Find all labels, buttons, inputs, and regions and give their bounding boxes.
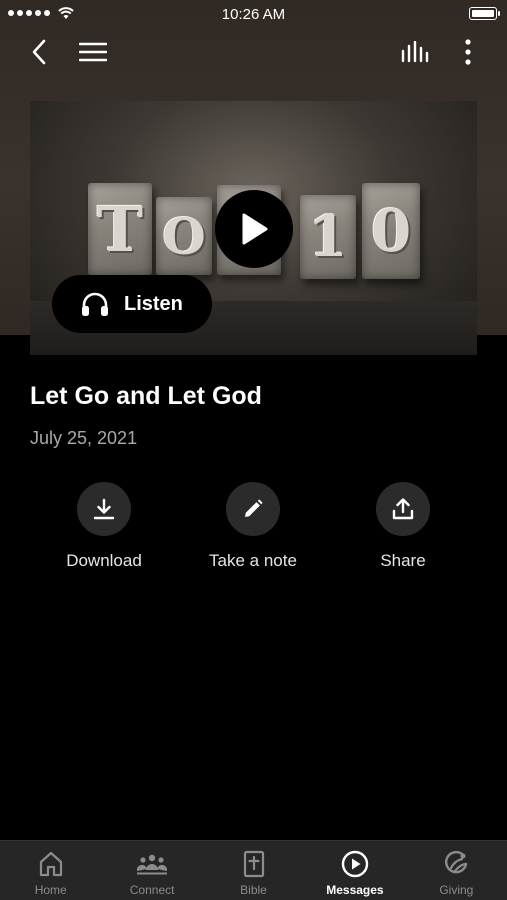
equalizer-icon (401, 41, 429, 63)
home-icon (39, 851, 62, 877)
bible-icon (243, 850, 264, 878)
tab-giving[interactable]: Giving (406, 841, 507, 900)
take-note-button[interactable]: Take a note (178, 482, 328, 571)
menu-button[interactable] (76, 34, 110, 70)
tab-bible-label: Bible (240, 883, 267, 897)
tab-home-label: Home (34, 883, 67, 897)
artwork-letter-tile: 1 (300, 195, 356, 279)
status-time: 10:26 AM (221, 6, 286, 23)
tab-connect-label: Connect (129, 883, 175, 897)
play-circle-icon (341, 850, 369, 878)
message-date: July 25, 2021 (30, 428, 138, 448)
more-vertical-icon (465, 39, 471, 65)
listen-label: Listen (124, 292, 183, 315)
audio-levels-button[interactable] (398, 34, 432, 70)
artwork-letter-tile: T (88, 183, 152, 275)
sermon-artwork[interactable]: T O P 1 0 Listen (30, 101, 477, 355)
tab-bible[interactable]: Bible (203, 841, 304, 900)
tab-connect[interactable]: Connect (101, 841, 202, 900)
bottom-tab-bar: Home Connect Bible Messages Giving (0, 840, 507, 900)
share-icon (392, 498, 414, 520)
tab-messages[interactable]: Messages (304, 841, 405, 900)
tab-messages-label: Messages (326, 883, 384, 897)
listen-button[interactable]: Listen (52, 275, 212, 333)
download-label: Download (66, 551, 142, 570)
headphones-icon (82, 292, 108, 316)
tab-home[interactable]: Home (0, 841, 101, 900)
tab-giving-label: Giving (439, 883, 474, 897)
share-icon-circle (376, 482, 430, 536)
share-button[interactable]: Share (328, 482, 478, 571)
share-label: Share (380, 551, 426, 570)
download-button[interactable]: Download (29, 482, 179, 571)
pencil-icon-circle (226, 482, 280, 536)
back-button[interactable] (22, 34, 56, 70)
artwork-letter-tile: 0 (362, 183, 420, 279)
message-title: Let Go and Let God (30, 382, 262, 410)
hamburger-menu-icon (79, 42, 107, 62)
pencil-icon (245, 499, 263, 517)
giving-icon (445, 850, 468, 874)
take-note-label: Take a note (209, 551, 297, 570)
more-options-button[interactable] (456, 34, 480, 70)
chevron-left-icon (32, 39, 46, 65)
people-icon (137, 854, 168, 875)
download-icon-circle (77, 482, 131, 536)
artwork-letter-tile: O (156, 197, 212, 275)
play-button[interactable] (215, 190, 293, 268)
status-bar: 10:26 AM (0, 0, 507, 28)
battery-icon (469, 7, 500, 20)
download-icon (93, 498, 115, 520)
play-icon (242, 213, 268, 245)
